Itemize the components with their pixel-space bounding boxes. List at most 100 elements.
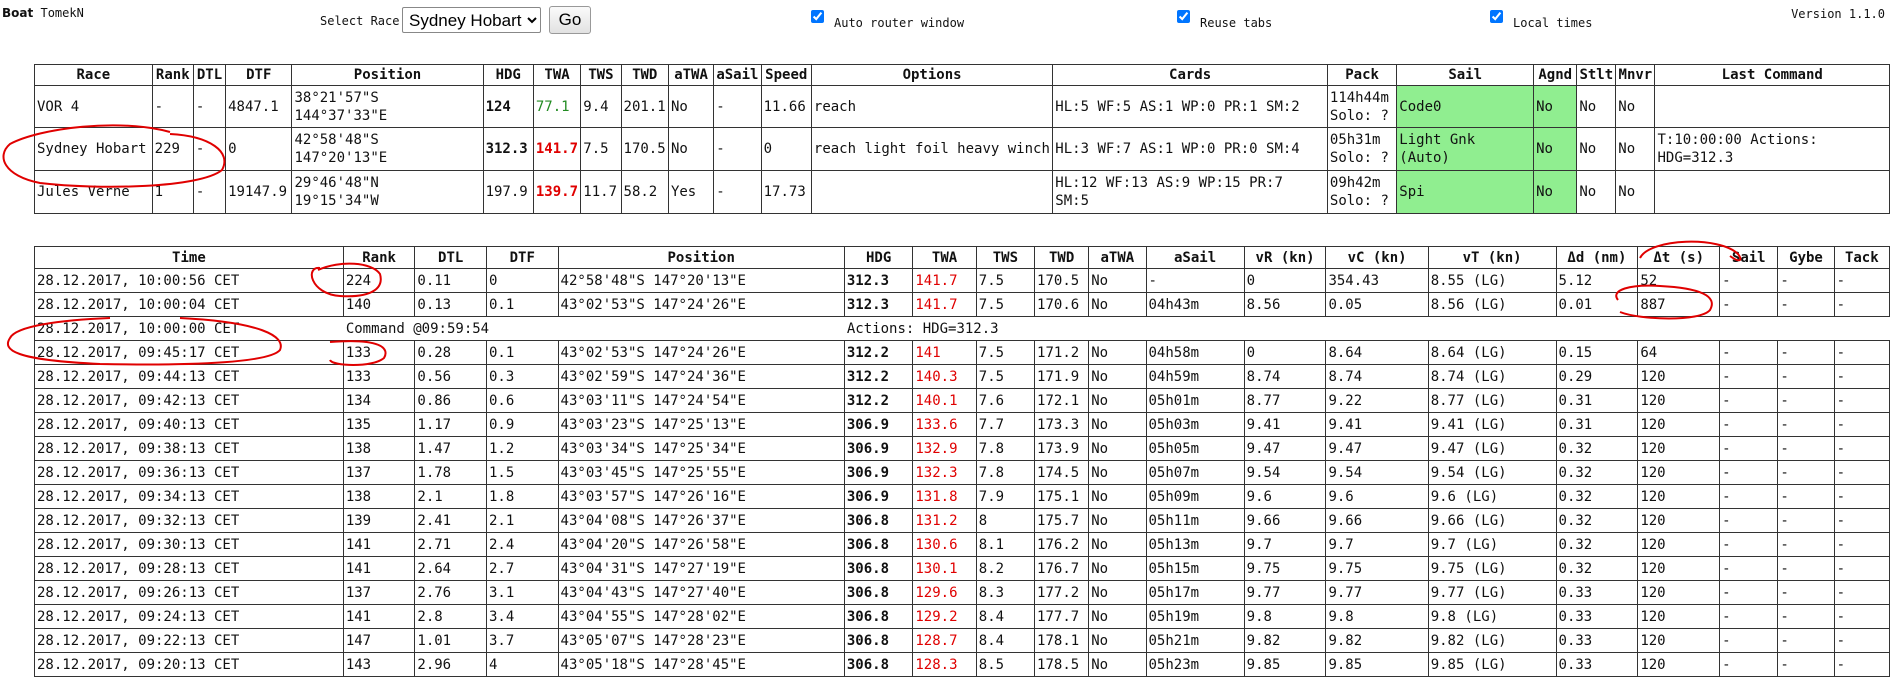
race-hdg: 124 xyxy=(482,85,534,128)
race-row-vor4[interactable]: VOR 4 - - 4847.1 38°21'57"S 144°37'33"E 1… xyxy=(34,85,1890,128)
log-cell-dtl: 2.64 xyxy=(414,556,487,581)
log-cell-vt: 9.47 (LG) xyxy=(1427,436,1557,461)
log-cell-hdg: 306.9 xyxy=(843,436,914,461)
log-cell-vr: 9.85 xyxy=(1243,652,1327,677)
race-name[interactable]: Sydney Hobart xyxy=(34,127,153,171)
log-cell-position: 43°02'59"S 147°24'36"E xyxy=(557,364,845,389)
log-cell-sail: - xyxy=(1719,388,1779,413)
race-twd: 58.2 xyxy=(620,170,669,214)
local-times-option[interactable]: Local times xyxy=(1490,10,1592,30)
log-cell-dtl: 0.28 xyxy=(414,340,487,365)
race-stlt: No xyxy=(1576,127,1617,171)
log-cell-dt: 120 xyxy=(1637,532,1721,557)
log-col-vr: vR (kn) xyxy=(1243,246,1327,269)
log-cell-dtl: 0.13 xyxy=(414,292,487,317)
race-dtl: - xyxy=(192,127,227,171)
col-race: Race xyxy=(34,64,153,86)
reuse-tabs-option[interactable]: Reuse tabs xyxy=(1177,10,1272,30)
log-cell-vt: 9.41 (LG) xyxy=(1427,412,1557,437)
log-cell-twd: 178.1 xyxy=(1034,628,1090,653)
race-speed: 11.66 xyxy=(760,85,812,128)
log-cell-gybe: - xyxy=(1777,388,1835,413)
log-cell-atwa: No xyxy=(1088,412,1147,437)
log-cell-twa: 131.2 xyxy=(912,508,977,533)
col-speed: Speed xyxy=(760,64,812,86)
race-sail: Spi xyxy=(1396,170,1535,214)
col-dtl: DTL xyxy=(192,64,227,86)
log-cell-vc: 9.54 xyxy=(1325,460,1429,485)
auto-router-label: Auto router window xyxy=(834,16,965,30)
log-cell-vc: 8.74 xyxy=(1325,364,1429,389)
race-position: 29°46'48"N 19°15'34"W xyxy=(291,170,484,214)
log-cell-atwa: No xyxy=(1088,436,1147,461)
race-select[interactable]: Sydney Hobart xyxy=(402,7,541,33)
log-col-vc: vC (kn) xyxy=(1325,246,1429,269)
log-cell-asail: 05h03m xyxy=(1145,412,1245,437)
race-row-sydney-hobart[interactable]: Sydney Hobart 229 - 0 42°58'48"S 147°20'1… xyxy=(34,127,1890,171)
log-cell-time: 28.12.2017, 09:40:13 CET xyxy=(34,412,344,437)
log-cell-sail: - xyxy=(1719,652,1779,677)
log-cell-vt: 9.54 (LG) xyxy=(1427,460,1557,485)
local-times-label: Local times xyxy=(1513,16,1593,30)
log-cell-twd: 170.5 xyxy=(1034,268,1090,293)
col-asail: aSail xyxy=(713,64,762,86)
log-row: 28.12.2017, 10:00:04 CET 140 0.13 0.1 43°02'… xyxy=(34,292,1891,317)
log-cell-tws: 7.8 xyxy=(975,460,1036,485)
log-cell-dtl: 2.1 xyxy=(414,484,487,509)
race-stlt: No xyxy=(1576,170,1617,214)
col-cards: Cards xyxy=(1052,64,1328,86)
log-cell-dtf: 3.1 xyxy=(485,580,559,605)
log-cell-gybe: - xyxy=(1777,628,1835,653)
race-last-command xyxy=(1654,85,1890,128)
log-cell-tws: 8.1 xyxy=(975,532,1036,557)
log-cell-tack: - xyxy=(1833,604,1891,629)
log-cell-dd: 0.15 xyxy=(1555,340,1639,365)
log-cell-vt: 8.56 (LG) xyxy=(1427,292,1557,317)
log-cell-twa: 140.3 xyxy=(912,364,977,389)
race-tws: 7.5 xyxy=(580,127,622,171)
go-button[interactable]: Go xyxy=(549,6,591,34)
race-table-header: Race Rank DTL DTF Position HDG TWA TWS T… xyxy=(34,64,1890,86)
log-col-asail: aSail xyxy=(1145,246,1245,269)
log-cell-vr: 9.41 xyxy=(1243,412,1327,437)
log-cell-dtl: 0.56 xyxy=(414,364,487,389)
last-command-action: HDG=312.3 xyxy=(1657,150,1734,166)
log-cell-time: 28.12.2017, 09:38:13 CET xyxy=(34,436,344,461)
col-mnvr: Mnvr xyxy=(1615,64,1656,86)
log-cell-twa: 130.6 xyxy=(912,532,977,557)
version-label: Version 1.1.0 xyxy=(1791,7,1885,21)
log-cell-vt: 8.77 (LG) xyxy=(1427,388,1557,413)
race-options: reach xyxy=(810,85,1054,128)
race-agnd: No xyxy=(1533,85,1578,128)
race-row-jules-verne[interactable]: Jules Verne 1 - 19147.9 29°46'48"N 19°15'… xyxy=(34,170,1890,214)
log-cell-dtf: 0.1 xyxy=(485,292,559,317)
race-name[interactable]: Jules Verne xyxy=(34,170,153,214)
log-cell-vr: 0 xyxy=(1243,268,1327,293)
log-cell-dt: 120 xyxy=(1637,580,1721,605)
reuse-tabs-checkbox[interactable] xyxy=(1177,10,1190,23)
col-position: Position xyxy=(291,64,484,86)
race-rank: 229 xyxy=(151,127,194,171)
log-cell-tws: 7.5 xyxy=(975,292,1036,317)
log-cell-dtf: 3.7 xyxy=(485,628,559,653)
log-cell-dtl: 2.71 xyxy=(414,532,487,557)
log-cell-tack: - xyxy=(1833,628,1891,653)
log-cell-vc: 9.6 xyxy=(1325,484,1429,509)
log-cell-tack: - xyxy=(1833,340,1891,365)
log-col-position: Position xyxy=(557,246,845,269)
auto-router-checkbox[interactable] xyxy=(811,10,824,23)
log-cell-twa: 130.1 xyxy=(912,556,977,581)
log-cell-time: 28.12.2017, 09:32:13 CET xyxy=(34,508,344,533)
local-times-checkbox[interactable] xyxy=(1490,10,1503,23)
command-actions: Actions: HDG=312.3 xyxy=(843,316,1890,341)
log-row: 28.12.2017, 09:24:13 CET 141 2.8 3.4 43°04'5… xyxy=(34,604,1891,629)
log-cell-asail: 05h13m xyxy=(1145,532,1245,557)
log-cell-dd: 5.12 xyxy=(1555,268,1639,293)
log-cell-gybe: - xyxy=(1777,292,1835,317)
log-cell-rank: 135 xyxy=(342,412,416,437)
auto-router-option[interactable]: Auto router window xyxy=(811,10,964,30)
race-sail: Code0 xyxy=(1396,85,1535,128)
race-name[interactable]: VOR 4 xyxy=(34,85,153,128)
log-cell-twd: 175.7 xyxy=(1034,508,1090,533)
log-cell-twd: 177.2 xyxy=(1034,580,1090,605)
